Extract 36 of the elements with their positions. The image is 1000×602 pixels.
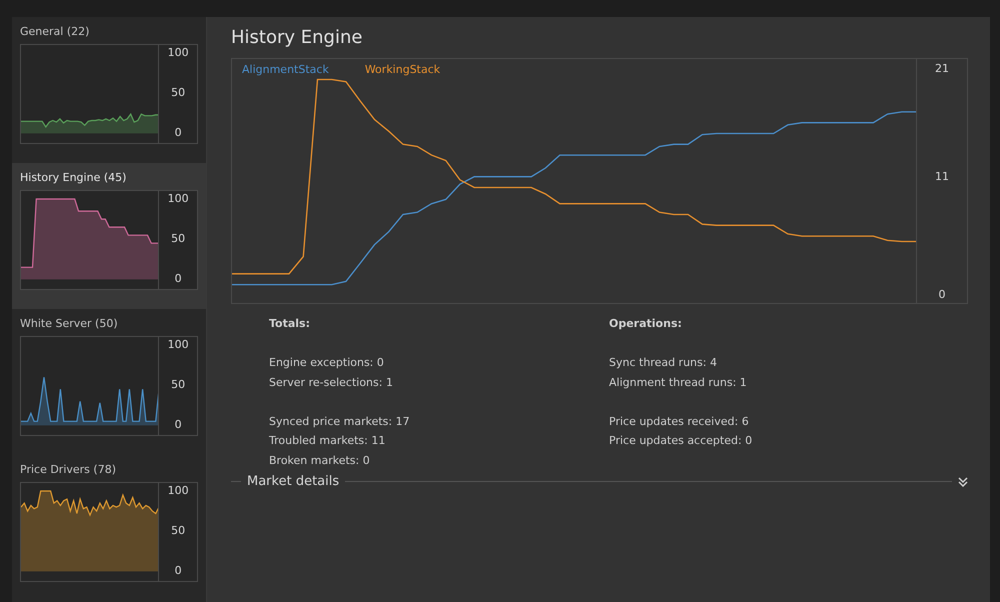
stats-heading: Operations: — [609, 316, 683, 332]
stat-line: Broken markets: 0 — [269, 452, 371, 468]
axis-tick: 0 — [938, 288, 946, 302]
axis-tick: 50 — [170, 86, 186, 100]
panel-title: History Engine — [231, 27, 364, 48]
axis-tick: 100 — [166, 484, 190, 498]
axis-tick: 0 — [174, 272, 183, 286]
stat-line: Price updates accepted: 0 — [609, 433, 754, 449]
axis-tick: 100 — [166, 192, 190, 206]
card-title: History Engine (45) — [20, 171, 128, 184]
card-title: White Server (50) — [20, 317, 119, 330]
axis-tick: 100 — [166, 338, 190, 352]
axis-tick: 11 — [934, 170, 950, 184]
card-title: General (22) — [20, 25, 90, 38]
sidebar-card[interactable]: History Engine (45) 0 50 100 — [12, 163, 206, 309]
legend-label: AlignmentStack — [242, 63, 329, 76]
section-title: Market details — [247, 474, 340, 489]
stat-line: Alignment thread runs: 1 — [609, 374, 748, 390]
stat-line: Synced price markets: 17 — [269, 414, 411, 430]
axis-tick: 50 — [170, 524, 186, 538]
axis-tick: 50 — [170, 378, 186, 392]
card-title: Price Drivers (78) — [20, 463, 117, 476]
axis-tick: 0 — [174, 564, 183, 578]
axis-tick: 21 — [934, 62, 950, 76]
axis-tick: 0 — [174, 418, 183, 432]
stats-heading: Totals: — [269, 316, 311, 332]
axis-tick: 100 — [166, 46, 190, 60]
axis-tick: 0 — [174, 126, 183, 140]
stat-line: Engine exceptions: 0 — [269, 355, 385, 371]
chevron-icon[interactable] — [958, 476, 968, 486]
stat-line: Troubled markets: 11 — [269, 433, 386, 449]
stat-line: Sync thread runs: 4 — [609, 355, 718, 371]
stat-line: Price updates received: 6 — [609, 414, 750, 430]
legend-label: WorkingStack — [364, 63, 440, 76]
axis-tick: 50 — [170, 232, 186, 246]
stat-line: Server re-selections: 1 — [269, 374, 394, 390]
